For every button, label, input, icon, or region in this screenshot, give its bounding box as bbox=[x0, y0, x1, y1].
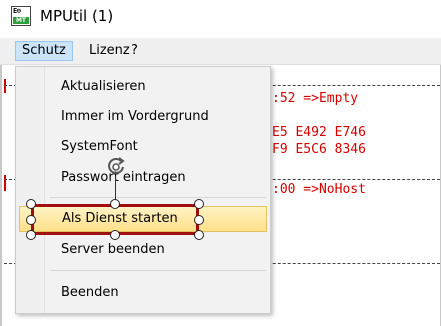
menu-item-label: Aktualisieren bbox=[61, 79, 146, 94]
menu-item-label: Immer im Vordergrund bbox=[61, 109, 209, 124]
menu-bar: Schutz Lizenz ? bbox=[0, 38, 441, 65]
menu-item-beenden[interactable]: Beenden bbox=[19, 280, 267, 306]
console-line: :52 =>Empty bbox=[272, 91, 359, 106]
menu-help[interactable]: ? bbox=[125, 41, 144, 61]
menu-separator bbox=[50, 270, 266, 271]
resize-handle-left[interactable] bbox=[26, 215, 36, 225]
resize-handle-top-left[interactable] bbox=[26, 199, 36, 209]
console-line: F9 E5C6 8346 bbox=[272, 142, 366, 157]
resize-handle-right[interactable] bbox=[194, 215, 204, 225]
console-line: :00 =>NoHost bbox=[272, 182, 366, 197]
resize-handle-bottom[interactable] bbox=[110, 230, 120, 240]
menu-item-label: Beenden bbox=[61, 285, 119, 300]
menu-schutz[interactable]: Schutz bbox=[15, 41, 73, 61]
menu-item-aktualisieren[interactable]: Aktualisieren bbox=[19, 74, 267, 100]
app-icon-top-text: E⊖ bbox=[13, 7, 21, 15]
menu-item-server-beenden[interactable]: Server beenden bbox=[19, 237, 267, 263]
menu-separator bbox=[50, 197, 266, 198]
app-icon-bottom-text: MT bbox=[13, 17, 29, 24]
resize-handle-bottom-left[interactable] bbox=[26, 230, 36, 240]
resize-handle-top[interactable] bbox=[110, 199, 120, 209]
marker bbox=[4, 79, 6, 93]
menu-item-label: Server beenden bbox=[61, 242, 165, 257]
menu-item-immer-im-vordergrund[interactable]: Immer im Vordergrund bbox=[19, 104, 267, 130]
title-bar: E⊖ MT MPUtil (1) bbox=[0, 0, 441, 38]
resize-handle-top-right[interactable] bbox=[194, 199, 204, 209]
app-icon: E⊖ MT bbox=[11, 6, 31, 26]
menu-item-passwort-eintragen[interactable]: Passwort eintragen bbox=[19, 165, 267, 191]
resize-handle-bottom-right[interactable] bbox=[194, 230, 204, 240]
marker bbox=[4, 175, 6, 191]
console-line: E5 E492 E746 bbox=[272, 125, 366, 140]
schutz-dropdown-menu: Aktualisieren Immer im Vordergrund Syste… bbox=[15, 66, 271, 314]
rotate-icon[interactable] bbox=[105, 156, 127, 178]
menu-item-systemfont[interactable]: SystemFont bbox=[19, 134, 267, 160]
window-title: MPUtil (1) bbox=[40, 7, 114, 25]
